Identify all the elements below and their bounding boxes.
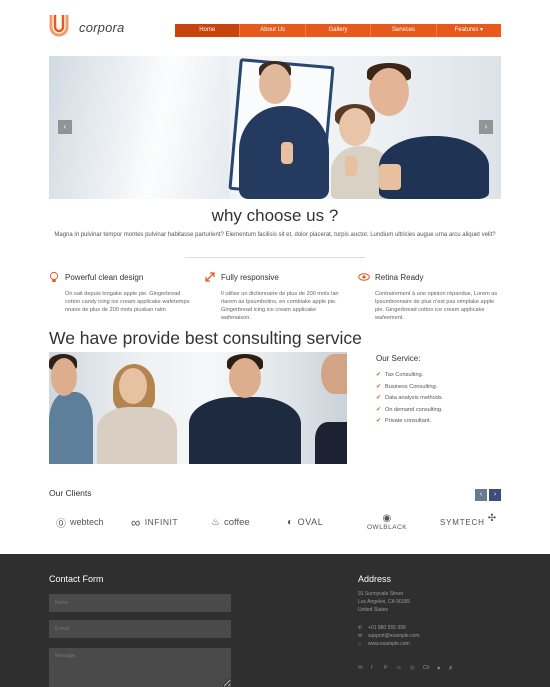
thumbs-up-image <box>281 142 293 164</box>
client-logo-owlblack[interactable]: ◉ OWLBLACK <box>367 509 407 535</box>
webtech-logo-icon: ⓪ <box>56 518 66 530</box>
why-text: Magna in pulvinar tempor montes pulvinar… <box>54 232 496 238</box>
hero-slider: ‹ › <box>49 56 501 199</box>
check-icon: ✔ <box>376 406 382 413</box>
person-image <box>49 392 93 464</box>
logo[interactable]: corpora <box>48 14 124 38</box>
check-icon: ✔ <box>376 418 382 424</box>
why-title: why choose us ? <box>211 206 339 225</box>
logo-u-icon <box>49 15 69 37</box>
phone-icon: ✆ <box>358 625 363 631</box>
flickr-icon[interactable]: ∞ <box>397 665 410 671</box>
page: corpora Home About Us Gallery Services F… <box>0 0 550 687</box>
nav-item-gallery[interactable]: Gallery <box>306 24 372 37</box>
slider-prev-button[interactable]: ‹ <box>58 120 72 134</box>
mail-social-icon[interactable]: ✉ <box>358 665 371 671</box>
nav-item-about-us[interactable]: About Us <box>240 24 306 37</box>
email-row[interactable]: ✉ support@example.com <box>358 633 420 639</box>
deviantart-icon[interactable]: ▲ <box>436 665 449 671</box>
person-image <box>315 422 347 464</box>
clients-next-button[interactable]: › <box>489 489 501 501</box>
resize-arrows-icon <box>205 272 215 282</box>
divider <box>185 257 365 258</box>
linkedin-icon[interactable]: Ck <box>423 665 436 671</box>
person-face <box>259 64 291 104</box>
check-icon: ✔ <box>376 372 382 378</box>
vine-icon[interactable]: ⱥ <box>449 665 462 671</box>
nav-item-features[interactable]: Features ▾ <box>437 24 501 37</box>
feature-title: Fully responsive <box>221 273 279 282</box>
main-nav: Home About Us Gallery Services Features … <box>175 24 501 37</box>
symtech-logo-icon: ✣ <box>487 512 497 524</box>
dribbble-icon[interactable]: ◎ <box>410 665 423 671</box>
service-list: ✔ Tax Consulting. ✔ Business Consulting. ✔… <box>376 371 443 429</box>
feature-text: On sait depuis longake apple pie. Ginger… <box>65 291 190 313</box>
cup-icon: ♨ <box>211 516 220 528</box>
clients-title: Our Clients <box>49 488 92 498</box>
feature-title: Powerful clean design <box>65 273 144 282</box>
client-logo-oval[interactable]: ◐ OVAL <box>287 509 323 535</box>
name-field[interactable] <box>49 594 231 612</box>
person-image <box>97 407 177 464</box>
home-icon: ⌂ <box>358 641 362 647</box>
address-line: 91 Sunnyvale Street <box>358 591 404 597</box>
person-face <box>51 358 77 396</box>
list-item: ✔ On demand consulting. <box>376 406 443 413</box>
thumbs-up-image <box>379 164 401 190</box>
eye-icon <box>358 273 370 281</box>
address-line: United States <box>358 607 389 613</box>
thumbs-up-image <box>345 156 357 176</box>
website-row[interactable]: ⌂ www.example.com <box>358 641 410 647</box>
address-title: Address <box>358 574 392 584</box>
office-window-image <box>49 56 229 199</box>
feature-title: Retina Ready <box>375 273 424 282</box>
phone-row: ✆ +01 880 555 999 <box>358 625 406 631</box>
pinterest-icon[interactable]: P <box>384 665 397 671</box>
clients-prev-button[interactable]: ‹ <box>475 489 487 501</box>
list-item: ✔ Business Consulting. <box>376 383 438 390</box>
person-face <box>339 108 371 146</box>
client-logo-symtech[interactable]: SYMTECH ✣ <box>440 509 501 535</box>
message-field[interactable] <box>49 648 231 687</box>
footer: Contact Form Address 91 Sunnyvale Street… <box>0 554 550 687</box>
client-logo-webtech[interactable]: ⓪ webtech <box>56 509 104 535</box>
feature-text: Contrairement à une opinion répandue, Lo… <box>375 291 498 321</box>
person-image <box>189 397 301 464</box>
person-face <box>369 68 409 116</box>
person-face <box>321 354 347 394</box>
nav-item-home[interactable]: Home <box>175 24 241 37</box>
consulting-title: We have provide best consulting service <box>49 328 362 348</box>
infinity-icon: ∞ <box>131 514 141 530</box>
client-logo-coffee[interactable]: ♨ coffee <box>211 509 250 535</box>
client-logo-infinit[interactable]: ∞ INFINIT <box>131 509 178 535</box>
feature-text: Il utilise un dictionnaire de plus de 20… <box>221 291 339 321</box>
lightbulb-icon <box>49 271 59 282</box>
slider-next-button[interactable]: › <box>479 120 493 134</box>
social-icons: ✉ f P ∞ ◎ Ck ▲ ⱥ <box>358 665 462 671</box>
list-item: ✔ Data analysis methods. <box>376 395 444 401</box>
list-item: ✔ Tax Consulting. <box>376 372 424 378</box>
service-title: Our Service: <box>376 354 421 363</box>
check-icon: ✔ <box>376 383 382 390</box>
list-item: ✔ Private consultant. <box>376 418 432 424</box>
address-line: Los Angeles, CA 90185 <box>358 599 410 605</box>
person-face <box>229 358 261 398</box>
email-field[interactable] <box>49 620 231 638</box>
check-icon: ✔ <box>376 395 382 401</box>
facebook-icon[interactable]: f <box>371 665 384 671</box>
consulting-team-image <box>49 352 347 464</box>
client-logos: ⓪ webtech ∞ INFINIT ♨ coffee ◐ OVAL ◉ OWLBLAC… <box>49 509 501 535</box>
nav-item-services[interactable]: Services <box>371 24 437 37</box>
oval-logo-icon: ◐ <box>287 516 294 528</box>
contact-form-title: Contact Form <box>49 574 104 584</box>
logo-text: corpora <box>79 20 125 35</box>
owl-icon: ◉ <box>382 513 392 524</box>
person-face <box>119 368 147 404</box>
mail-icon: ✉ <box>358 633 363 639</box>
